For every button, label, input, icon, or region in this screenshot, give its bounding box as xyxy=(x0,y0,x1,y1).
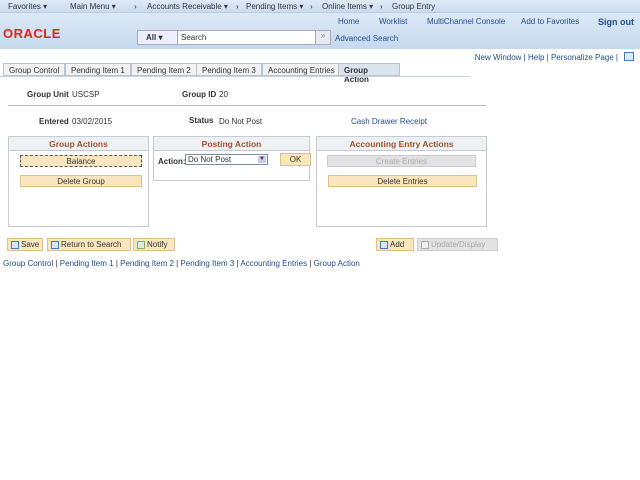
tab-accounting-entries[interactable]: Accounting Entries xyxy=(262,63,341,76)
create-entries-button[interactable]: Create Entries xyxy=(327,155,476,167)
entered-label: Entered xyxy=(39,117,69,126)
delete-group-button[interactable]: Delete Group xyxy=(20,175,142,187)
link-group-control[interactable]: Group Control xyxy=(3,259,53,268)
tab-group-action[interactable]: Group Action xyxy=(338,63,400,84)
crumb-accounts-receivable[interactable]: Accounts Receivable ▾ xyxy=(147,2,228,11)
oracle-logo: ORACLE xyxy=(3,26,61,41)
entered-value: 03/02/2015 xyxy=(72,117,113,126)
sep: › xyxy=(380,2,383,11)
return-to-search-button[interactable]: Return to Search xyxy=(47,238,131,251)
notify-button[interactable]: Notify xyxy=(133,238,175,251)
sep: › xyxy=(134,2,137,11)
return-icon xyxy=(51,240,59,249)
crumb-group-entry[interactable]: Group Entry xyxy=(392,2,435,11)
search-box: All ▾ Search xyxy=(137,30,331,45)
breadcrumb-nav: Favorites ▾ Main Menu ▾ › Accounts Recei… xyxy=(0,0,640,13)
search-icon xyxy=(421,240,429,249)
scope-value: All xyxy=(146,33,157,42)
search-input[interactable]: Search xyxy=(178,31,209,44)
page-links: New Window | Help | Personalize Page | xyxy=(474,53,618,62)
search-go-button[interactable]: » xyxy=(315,30,331,45)
main-menu[interactable]: Main Menu ▾ xyxy=(70,2,116,11)
home-link[interactable]: Home xyxy=(338,17,359,26)
posting-action-title: Posting Action xyxy=(154,137,309,151)
add-icon xyxy=(380,240,388,249)
save-button[interactable]: Save xyxy=(7,238,44,251)
header: ORACLE Home Worklist MultiChannel Consol… xyxy=(0,13,640,49)
bottom-links: Group Control | Pending Item 1 | Pending… xyxy=(3,259,360,268)
group-unit-label: Group Unit xyxy=(27,90,69,99)
grid-icon[interactable] xyxy=(624,52,634,61)
chevron-down-icon: ▼ xyxy=(258,156,266,163)
action-select[interactable]: Do Not Post ▼ xyxy=(185,154,268,165)
update-display-button[interactable]: Update/Display xyxy=(417,238,498,251)
accounting-actions-title: Accounting Entry Actions xyxy=(317,137,486,151)
sep: › xyxy=(310,2,313,11)
link-pending-item-2[interactable]: Pending Item 2 xyxy=(120,259,174,268)
crumb-online-items[interactable]: Online Items ▾ xyxy=(322,2,373,11)
tab-divider xyxy=(0,76,470,77)
link-accounting-entries[interactable]: Accounting Entries xyxy=(240,259,307,268)
crumb-pending-items[interactable]: Pending Items ▾ xyxy=(246,2,303,11)
divider xyxy=(8,105,486,106)
notify-icon xyxy=(137,240,145,249)
group-type: Cash Drawer Receipt xyxy=(351,117,428,126)
group-id-value: 20 xyxy=(219,90,228,99)
tab-pending-item-2[interactable]: Pending Item 2 xyxy=(131,63,197,76)
search-scope-select[interactable]: All ▾ xyxy=(138,31,178,44)
link-pending-item-1[interactable]: Pending Item 1 xyxy=(60,259,114,268)
favorites-menu[interactable]: Favorites ▾ xyxy=(8,2,47,11)
group-id-label: Group ID xyxy=(182,90,217,99)
save-label: Save xyxy=(21,240,40,249)
balance-button[interactable]: Balance xyxy=(20,155,142,167)
help-link[interactable]: Help xyxy=(528,53,544,62)
add-label: Add xyxy=(390,240,405,249)
delete-entries-button[interactable]: Delete Entries xyxy=(328,175,477,187)
tab-pending-item-3[interactable]: Pending Item 3 xyxy=(196,63,262,76)
link-pending-item-3[interactable]: Pending Item 3 xyxy=(180,259,234,268)
update-label: Update/Display xyxy=(431,240,486,249)
ok-button[interactable]: OK xyxy=(280,153,311,166)
return-label: Return to Search xyxy=(61,240,122,249)
link-group-action[interactable]: Group Action xyxy=(314,259,360,268)
worklist-link[interactable]: Worklist xyxy=(379,17,407,26)
sep: › xyxy=(236,2,239,11)
tab-group-control[interactable]: Group Control xyxy=(3,63,66,76)
action-label: Action: xyxy=(158,157,186,166)
notify-label: Notify xyxy=(147,240,168,249)
sign-out-link[interactable]: Sign out xyxy=(598,17,634,27)
group-actions-title: Group Actions xyxy=(9,137,148,151)
multichannel-console-link[interactable]: MultiChannel Console xyxy=(427,17,505,26)
action-select-value: Do Not Post xyxy=(188,155,232,164)
group-unit-value: USCSP xyxy=(72,90,100,99)
personalize-page-link[interactable]: Personalize Page xyxy=(551,53,614,62)
tab-pending-item-1[interactable]: Pending Item 1 xyxy=(65,63,131,76)
status-label: Status xyxy=(189,116,214,125)
add-button[interactable]: Add xyxy=(376,238,414,251)
accounting-entry-actions-panel: Accounting Entry Actions Create Entries … xyxy=(316,136,487,227)
save-icon xyxy=(11,240,19,249)
new-window-link[interactable]: New Window xyxy=(475,53,522,62)
advanced-search-link[interactable]: Advanced Search xyxy=(335,34,398,43)
group-actions-panel: Group Actions Balance Delete Group xyxy=(8,136,149,227)
status-value: Do Not Post xyxy=(219,117,263,126)
add-to-favorites-link[interactable]: Add to Favorites xyxy=(521,17,579,26)
